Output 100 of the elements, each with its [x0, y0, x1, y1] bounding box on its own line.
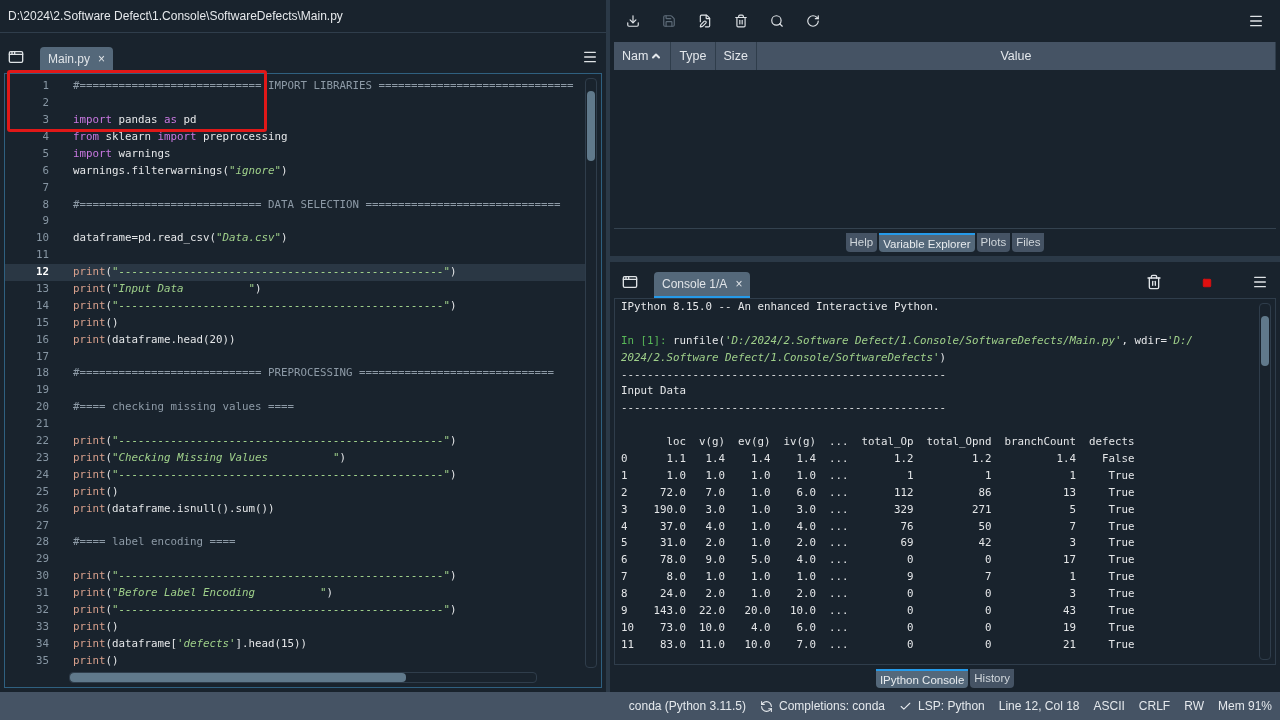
line-number: 29 — [35, 551, 50, 568]
line-number: 6 — [41, 162, 50, 179]
pane-tab[interactable]: Help — [845, 233, 878, 252]
line-number: 24 — [35, 466, 50, 483]
close-button[interactable]: × — [735, 275, 743, 293]
status-item: LSP: Python — [918, 698, 985, 715]
line-number: 19 — [35, 382, 50, 399]
pane-tab[interactable]: History — [970, 669, 1015, 688]
code-line: print("--------------------------------------------------") — [73, 433, 457, 450]
code-line: print(dataframe['defects'].head(15)) — [73, 635, 308, 652]
code-line: #==== checking missing values ==== — [73, 399, 294, 416]
console-line: 2024/2.Software Defect/1.Console/SoftwareDefects') — [621, 350, 947, 364]
console-line: 6 78.0 9.0 5.0 4.0 ... 0 0 17 True — [621, 553, 1135, 567]
pane-tab[interactable]: IPython Console — [875, 669, 969, 688]
line-number: 22 — [35, 433, 50, 450]
line-number: 20 — [35, 399, 50, 416]
console-line: 3 190.0 3.0 1.0 3.0 ... 329 271 5 True — [621, 502, 1135, 516]
trash-icon[interactable] — [734, 14, 748, 28]
status-item: Line 12, Col 18 — [998, 698, 1080, 715]
console-line: -------------------------------------------------- — [621, 401, 946, 415]
refresh-icon[interactable] — [806, 14, 820, 28]
line-number: 23 — [35, 449, 50, 466]
vertical-scrollbar[interactable] — [585, 78, 597, 668]
code-line: print("Checking Missing Values ") — [73, 449, 347, 466]
code-line: print() — [73, 483, 119, 500]
column-header[interactable]: Value — [756, 42, 1276, 70]
console-line: 9 143.0 22.0 20.0 10.0 ... 0 0 43 True — [621, 604, 1135, 618]
save-as-icon[interactable] — [698, 14, 712, 28]
status-item: Completions: conda — [779, 698, 886, 715]
line-number: 1 — [41, 78, 50, 95]
code-line: print(dataframe.head(20)) — [73, 331, 236, 348]
code-line: print("--------------------------------------------------") — [73, 466, 457, 483]
code-line: print() — [73, 618, 119, 635]
console-line: -------------------------------------------------- — [621, 367, 946, 381]
undock-icon[interactable] — [8, 49, 24, 65]
line-number: 32 — [35, 601, 50, 618]
menu-icon[interactable] — [582, 49, 598, 65]
line-number: 26 — [35, 500, 50, 517]
code-line: warnings.filterwarnings("ignore") — [73, 162, 288, 179]
code-line: import pandas as pd — [73, 112, 197, 129]
line-number: 21 — [35, 416, 50, 433]
pane-tab[interactable]: Files — [1012, 233, 1045, 252]
column-header[interactable]: Nam — [614, 42, 672, 70]
line-number: 18 — [35, 365, 50, 382]
code-line: print("Input Data ") — [73, 281, 262, 298]
line-number: 17 — [35, 348, 50, 365]
code-line: print() — [73, 314, 119, 331]
menu-icon[interactable] — [1252, 274, 1268, 290]
line-number: 7 — [41, 179, 50, 196]
line-number: 12 — [35, 264, 50, 281]
code-line: print("--------------------------------------------------") — [73, 297, 457, 314]
column-header[interactable]: Type — [671, 42, 716, 70]
line-number: 15 — [35, 314, 50, 331]
line-number: 28 — [35, 534, 50, 551]
console-line: 5 31.0 2.0 1.0 2.0 ... 69 42 3 True — [621, 536, 1135, 550]
code-line: from sklearn import preprocessing — [73, 129, 288, 145]
status-item: RW — [1184, 698, 1204, 715]
pane-tab[interactable]: Variable Explorer — [879, 233, 975, 252]
editor-tab[interactable]: Console 1/A × — [654, 272, 751, 298]
trash-icon[interactable] — [1146, 274, 1162, 290]
code-line: #==== label encoding ==== — [73, 534, 236, 551]
line-number: 33 — [35, 618, 50, 635]
line-number: 4 — [41, 129, 50, 145]
line-number: 25 — [35, 483, 50, 500]
search-icon[interactable] — [770, 14, 784, 28]
console-line: IPython 8.15.0 -- An enhanced Interactive Python. — [621, 300, 940, 313]
close-button[interactable]: × — [98, 50, 106, 68]
horizontal-scrollbar[interactable] — [69, 672, 537, 683]
status-item: conda (Python 3.11.5) — [628, 698, 746, 715]
download-icon[interactable] — [626, 14, 640, 28]
status-item: Mem 91% — [1217, 698, 1272, 715]
line-number: 31 — [35, 585, 50, 602]
line-number: 27 — [35, 517, 50, 534]
undock-icon[interactable] — [622, 274, 638, 290]
console-line: 8 24.0 2.0 1.0 2.0 ... 0 0 3 True — [621, 587, 1135, 601]
console-line: 1 1.0 1.0 1.0 1.0 ... 1 1 1 True — [621, 468, 1135, 482]
line-number: 14 — [35, 297, 50, 314]
console-line: 11 83.0 11.0 10.0 7.0 ... 0 0 21 True — [621, 637, 1135, 651]
line-number: 10 — [35, 230, 50, 247]
code-line: #============================ PREPROCESSING ============================== — [73, 365, 555, 382]
line-number: 9 — [41, 213, 50, 230]
column-header[interactable]: Size — [715, 42, 757, 70]
window-title: D:\2024\2.Software Defect\1.Console\SoftwareDefects\Main.py — [0, 0, 606, 33]
console-line: 0 1.1 1.4 1.4 1.4 ... 1.2 1.2 1.4 False — [621, 452, 1135, 465]
status-item: CRLF — [1138, 698, 1171, 715]
code-line: print("Before Label Encoding ") — [73, 585, 334, 602]
code-line: #============================ DATA SELECTION ============================== — [73, 196, 561, 213]
line-number: 13 — [35, 281, 50, 298]
code-line: print("--------------------------------------------------") — [73, 568, 457, 585]
stop-icon[interactable] — [1202, 278, 1212, 288]
editor-tab[interactable]: Main.py × — [40, 47, 114, 73]
line-number: 11 — [35, 247, 50, 264]
console-line: loc v(g) ev(g) iv(g) ... total_Op total_Opnd branchCount defects — [665, 435, 1135, 449]
console-line: 7 8.0 1.0 1.0 1.0 ... 9 7 1 True — [621, 570, 1135, 584]
line-number: 2 — [41, 95, 50, 112]
console-line: Input Data — [621, 384, 686, 398]
vertical-scrollbar[interactable] — [1259, 303, 1271, 660]
menu-icon[interactable] — [1248, 13, 1264, 29]
pane-tab[interactable]: Plots — [976, 233, 1011, 252]
code-line: print() — [73, 652, 119, 669]
